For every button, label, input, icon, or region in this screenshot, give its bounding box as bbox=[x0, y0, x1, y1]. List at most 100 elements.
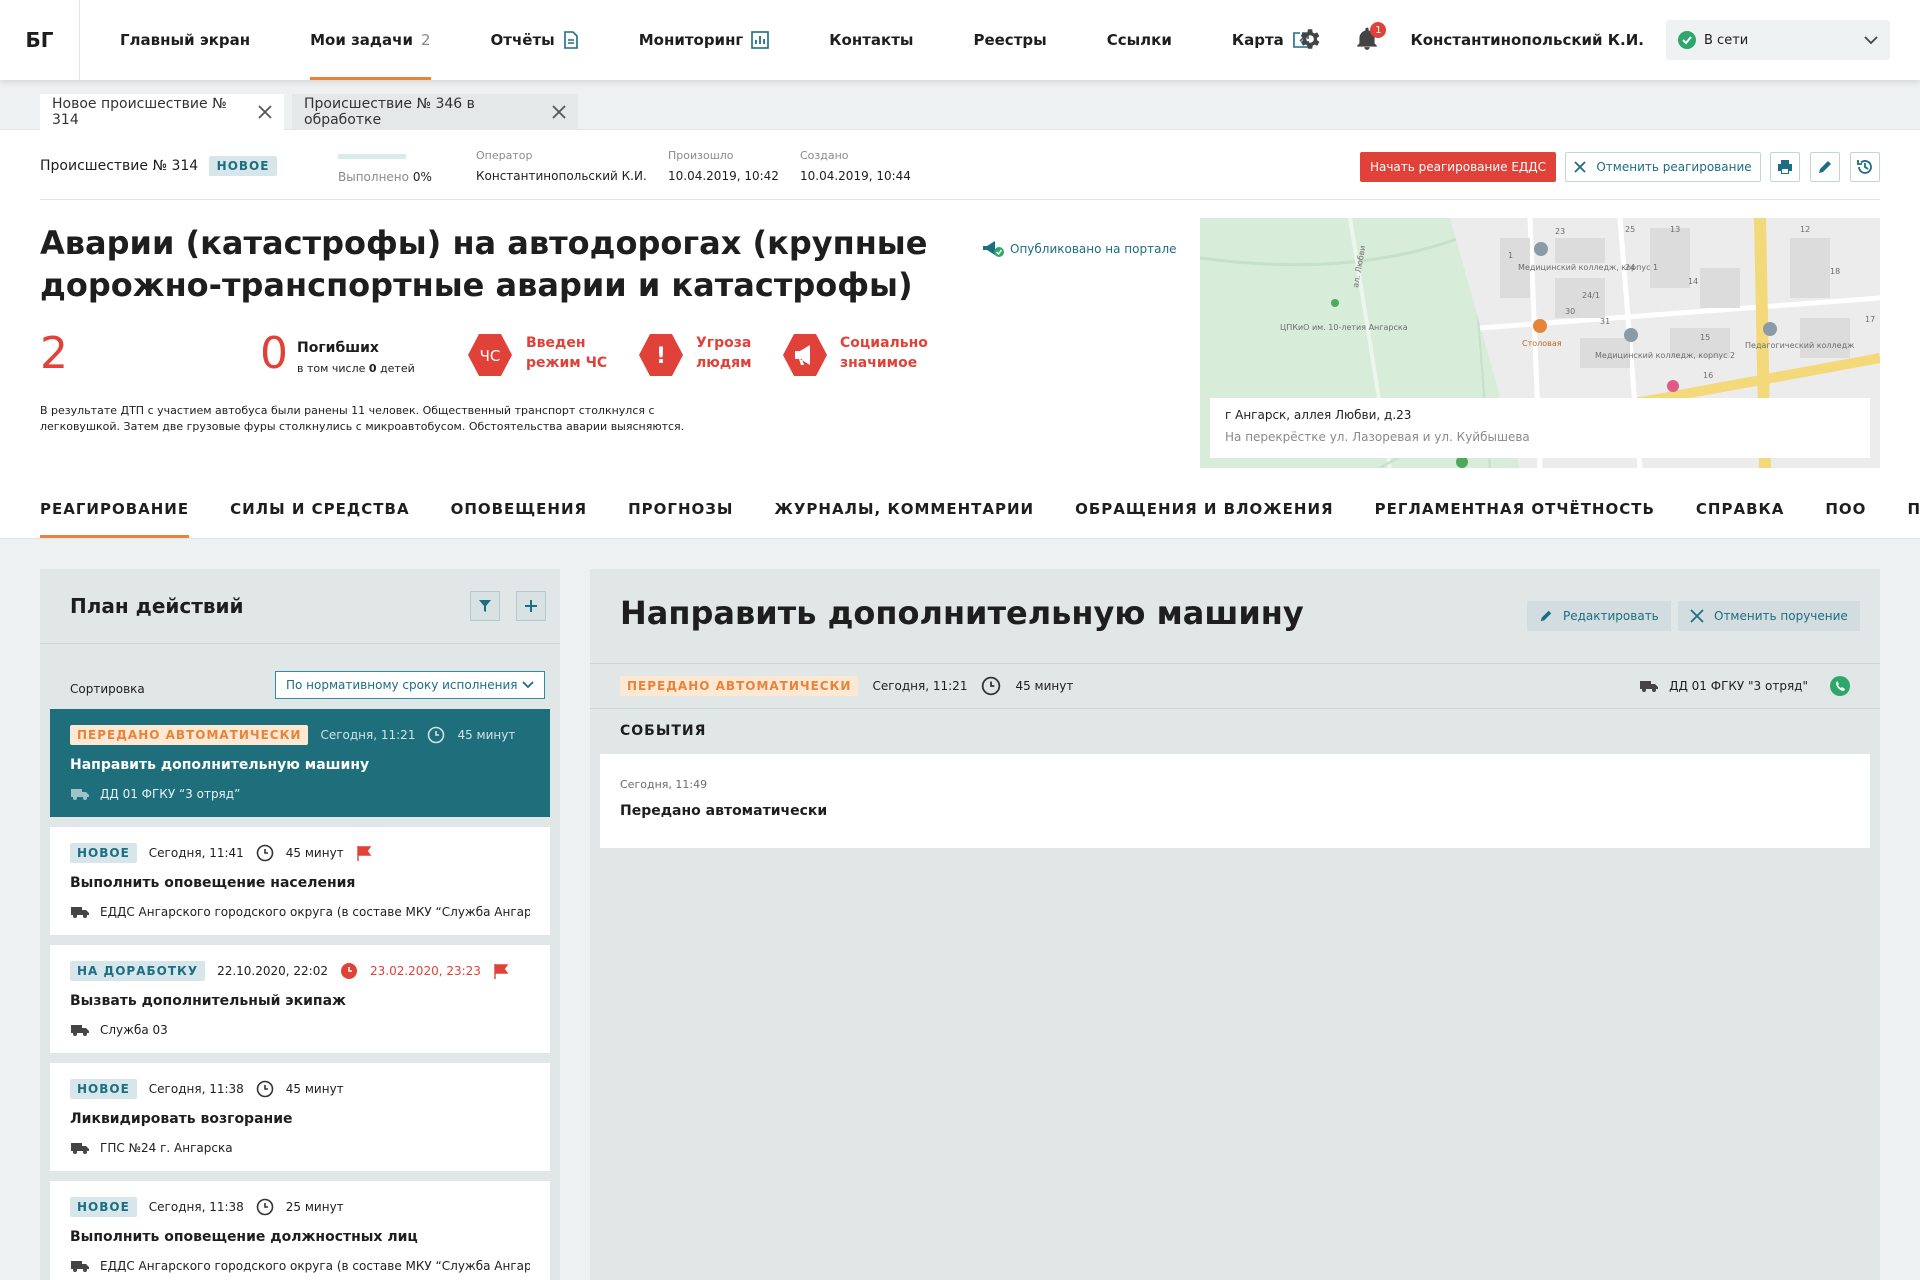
add-action-button[interactable] bbox=[516, 591, 546, 621]
sort-select[interactable]: По нормативному сроку исполнения bbox=[275, 671, 545, 699]
tab-forecasts[interactable]: ПРОГНОЗЫ bbox=[628, 490, 733, 538]
action-card[interactable]: НА ДОРАБОТКУ 22.10.2020, 22:02 23.02.202… bbox=[50, 945, 550, 1053]
nav-my-tasks[interactable]: Мои задачи 2 bbox=[310, 0, 450, 80]
doc-tab-incident-314[interactable]: Новое происшествие № 314 bbox=[40, 94, 284, 130]
pencil-icon bbox=[1539, 609, 1553, 623]
action-plan-header: План действий bbox=[40, 569, 560, 644]
filter-button[interactable] bbox=[470, 591, 500, 621]
action-deadline: 45 минут bbox=[285, 846, 344, 860]
nav-links[interactable]: Ссылки bbox=[1107, 0, 1192, 80]
shop-pin-icon bbox=[1667, 380, 1679, 392]
status-badge: НОВОЕ bbox=[70, 843, 137, 863]
map-number: 14 bbox=[1688, 277, 1698, 286]
action-org-name: Служба 03 bbox=[100, 1023, 168, 1037]
cancel-response-button[interactable]: Отменить реагирование bbox=[1565, 152, 1761, 182]
section-tabs: РЕАГИРОВАНИЕ СИЛЫ И СРЕДСТВА ОПОВЕЩЕНИЯ … bbox=[40, 490, 1920, 538]
published-on-portal[interactable]: Опубликовано на портале bbox=[982, 240, 1177, 258]
nav-monitoring[interactable]: Мониторинг bbox=[639, 0, 790, 80]
truck-icon bbox=[70, 1141, 90, 1155]
history-button[interactable] bbox=[1850, 152, 1880, 182]
tab-response[interactable]: РЕАГИРОВАНИЕ bbox=[40, 490, 190, 538]
action-org: ЕДДС Ангарского городского округа (в сос… bbox=[70, 905, 530, 919]
start-response-button[interactable]: Начать реагирование ЕДДС bbox=[1360, 152, 1556, 182]
status-badge: НОВОЕ bbox=[208, 156, 278, 176]
tab-forces[interactable]: СИЛЫ И СРЕДСТВА bbox=[230, 490, 409, 538]
flag-icon bbox=[356, 845, 372, 861]
action-title: Направить дополнительную машину bbox=[70, 757, 370, 773]
nav-contacts[interactable]: Контакты bbox=[829, 0, 933, 80]
operator-label: Оператор bbox=[476, 149, 533, 162]
document-tabs-bar: Новое происшествие № 314 Происшествие № … bbox=[0, 80, 1920, 130]
action-card[interactable]: НОВОЕ Сегодня, 11:38 45 минут Ликвидиров… bbox=[50, 1063, 550, 1171]
action-card-meta: ПЕРЕДАНО АВТОМАТИЧЕСКИ Сегодня, 11:21 45… bbox=[70, 723, 530, 747]
college-pin-icon bbox=[1534, 242, 1548, 256]
plus-icon bbox=[524, 599, 538, 613]
map-number: 25 bbox=[1625, 225, 1635, 234]
clock-icon bbox=[256, 844, 274, 862]
nav-reports[interactable]: Отчёты bbox=[491, 0, 599, 80]
map-address-card: г Ангарск, аллея Любви, д.23 На перекрёс… bbox=[1210, 398, 1870, 458]
cancel-assignment-button[interactable]: Отменить поручение bbox=[1678, 601, 1860, 631]
dead-sub: в том числе 0 детей bbox=[297, 362, 415, 375]
action-deadline: 25 минут bbox=[285, 1200, 344, 1214]
close-icon[interactable] bbox=[258, 105, 272, 119]
action-detail-meta: ПЕРЕДАНО АВТОМАТИЧЕСКИ Сегодня, 11:21 45… bbox=[590, 663, 1880, 709]
tab-poo[interactable]: ПОО bbox=[1825, 490, 1866, 538]
progress-value: 0% bbox=[412, 170, 432, 184]
phone-icon[interactable] bbox=[1830, 676, 1850, 696]
edit-action-button[interactable]: Редактировать bbox=[1527, 601, 1671, 631]
map-number: 30 bbox=[1565, 307, 1575, 316]
action-org-name: ЕДДС Ангарского городского округа (в сос… bbox=[100, 1259, 530, 1273]
action-card-meta: НОВОЕ Сегодня, 11:41 45 минут bbox=[70, 841, 530, 865]
doc-tab-incident-346[interactable]: Происшествие № 346 в обработке bbox=[292, 94, 578, 130]
status-badge: ПЕРЕДАНО АВТОМАТИЧЕСКИ bbox=[620, 676, 859, 696]
tab-appeals[interactable]: ОБРАЩЕНИЯ И ВЛОЖЕНИЯ bbox=[1075, 490, 1333, 538]
published-label: Опубликовано на портале bbox=[1010, 242, 1177, 256]
edit-button[interactable] bbox=[1810, 152, 1840, 182]
close-icon[interactable] bbox=[552, 105, 566, 119]
tab-journals[interactable]: ЖУРНАЛЫ, КОММЕНТАРИИ bbox=[774, 490, 1034, 538]
flag-line1: Угроза bbox=[696, 335, 752, 351]
action-card-meta: НОВОЕ Сегодня, 11:38 25 минут bbox=[70, 1195, 530, 1219]
park-pin-icon bbox=[1331, 299, 1339, 307]
close-icon bbox=[1574, 161, 1586, 173]
incident-description: В результате ДТП с участием автобуса был… bbox=[40, 404, 685, 433]
nav-monitoring-label: Мониторинг bbox=[638, 31, 744, 49]
doc-tab-label: Происшествие № 346 в обработке bbox=[304, 96, 475, 128]
flag-line2: значимое bbox=[840, 355, 918, 371]
event-item: Сегодня, 11:49 Передано автоматически bbox=[600, 754, 1870, 848]
flag-line2: людям bbox=[696, 355, 752, 371]
user-name[interactable]: Константинопольский К.И. bbox=[1410, 31, 1644, 49]
map-number: 17 bbox=[1865, 315, 1875, 324]
action-plan-title: План действий bbox=[70, 594, 244, 618]
tab-pvr[interactable]: ПВР bbox=[1907, 490, 1920, 538]
action-org: ГПС №24 г. Ангарска bbox=[70, 1141, 530, 1155]
dead-sub-suffix: детей bbox=[380, 362, 415, 375]
truck-icon bbox=[70, 1259, 90, 1273]
action-title: Выполнить оповещение населения bbox=[70, 875, 356, 891]
action-deadline: 45 минут bbox=[285, 1082, 344, 1096]
flag-icon bbox=[493, 963, 509, 979]
settings-gear-icon[interactable] bbox=[1296, 26, 1324, 54]
action-card[interactable]: НОВОЕ Сегодня, 11:41 45 минут Выполнить … bbox=[50, 827, 550, 935]
action-card[interactable]: ПЕРЕДАНО АВТОМАТИЧЕСКИ Сегодня, 11:21 45… bbox=[50, 709, 550, 817]
notifications-bell-icon[interactable]: 1 bbox=[1354, 22, 1387, 54]
print-button[interactable] bbox=[1770, 152, 1800, 182]
action-card[interactable]: НОВОЕ Сегодня, 11:38 25 минут Выполнить … bbox=[50, 1181, 550, 1280]
nav-home-label: Главный экран bbox=[120, 31, 251, 49]
tab-reference[interactable]: СПРАВКА bbox=[1696, 490, 1784, 538]
nav-home[interactable]: Главный экран bbox=[120, 0, 270, 80]
doc-tab-label: Новое происшествие № 314 bbox=[52, 96, 227, 128]
tab-reporting[interactable]: РЕГЛАМЕНТНАЯ ОТЧЁТНОСТЬ bbox=[1375, 490, 1655, 538]
progress-bar bbox=[338, 154, 406, 159]
status-select[interactable]: В сети bbox=[1666, 20, 1890, 60]
assignee-name: ДД 01 ФГКУ "3 отряд" bbox=[1669, 679, 1808, 693]
nav-registries[interactable]: Реестры bbox=[973, 0, 1066, 80]
clock-icon bbox=[256, 1198, 274, 1216]
map-number: 24/1 bbox=[1582, 291, 1600, 300]
check-circle-icon bbox=[1678, 31, 1696, 49]
incident-map[interactable]: Медицинский колледж, корпус 1 ЦПКиО им. … bbox=[1200, 218, 1880, 468]
truck-icon bbox=[70, 787, 90, 801]
tab-notifications[interactable]: ОПОВЕЩЕНИЯ bbox=[451, 490, 588, 538]
app-logo[interactable]: БГ bbox=[0, 0, 80, 80]
